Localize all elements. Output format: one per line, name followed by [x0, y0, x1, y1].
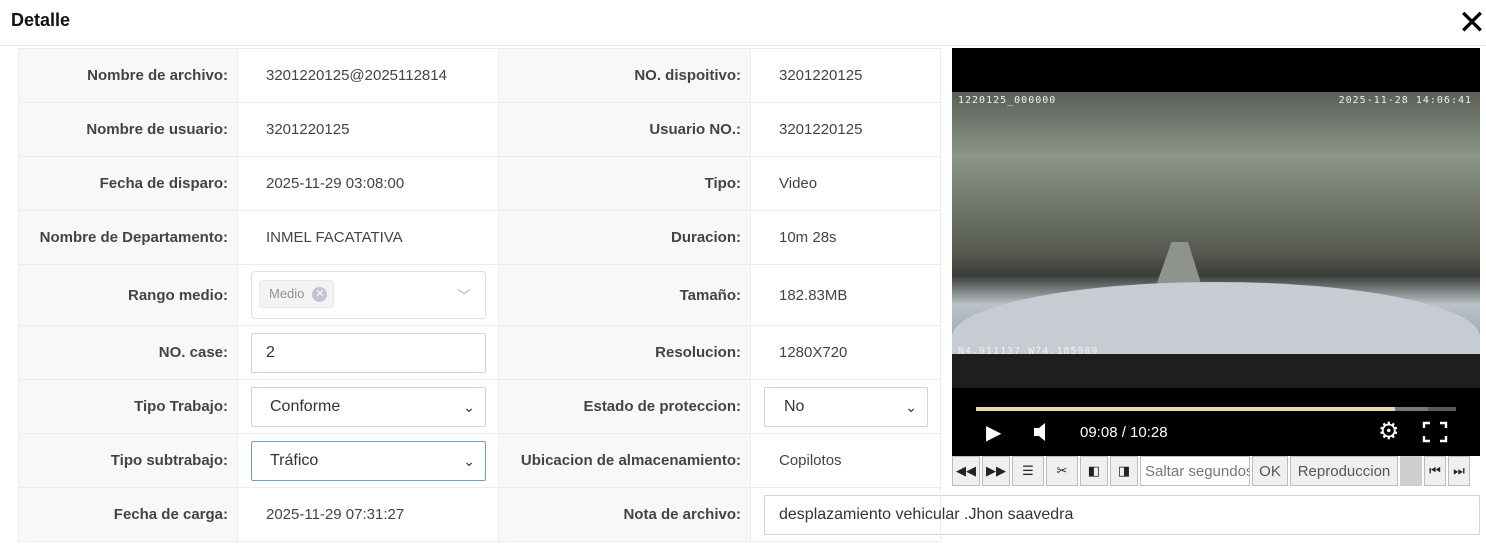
file-note-input[interactable]: desplazamiento vehicular .Jhon saavedra	[764, 494, 1480, 535]
value-resolution: 1280X720	[750, 325, 941, 380]
value-type: Video	[750, 156, 941, 211]
indent-icon[interactable]: ☰	[1012, 456, 1044, 486]
label-department: Nombre de Departamento:	[18, 210, 238, 265]
table-row: Tipo subtrabajo: Tráfico ⌄ Ubicacion de …	[18, 433, 941, 488]
frame-forward-icon[interactable]: ◨	[1110, 456, 1138, 486]
fast-forward-icon[interactable]: ▶▶	[982, 456, 1010, 486]
value-device-no: 3201220125	[750, 48, 941, 103]
chevron-down-icon: ⌄	[463, 452, 475, 469]
subwork-type-select[interactable]: Tráfico ⌄	[251, 440, 486, 481]
play-icon[interactable]: ▶	[986, 422, 1001, 444]
label-device-no: NO. dispoitivo:	[498, 48, 751, 103]
dialog-title: Detalle	[11, 10, 71, 30]
skip-start-icon[interactable]: ⏮	[1424, 456, 1446, 486]
osd-gps: N4.911137 W74.185989	[958, 346, 1099, 357]
detail-table: Nombre de archivo: 3201220125@2025112814…	[18, 48, 1480, 542]
rewind-icon[interactable]: ◀◀	[952, 456, 980, 486]
gear-icon[interactable]: ⚙	[1378, 420, 1400, 444]
case-no-input[interactable]: 2	[251, 332, 486, 373]
label-file-name: Nombre de archivo:	[18, 48, 238, 103]
playback-button[interactable]: Reproduccion	[1290, 456, 1398, 486]
skip-seconds-input[interactable]: Saltar segundos	[1140, 456, 1250, 486]
scissors-icon[interactable]: ✂	[1046, 456, 1078, 486]
label-user-name: Nombre de usuario:	[18, 102, 238, 157]
label-duration: Duracion:	[498, 210, 751, 265]
work-type-value: Conforme	[270, 397, 341, 415]
table-row: NO. case: 2 Resolucion: 1280X720	[18, 325, 941, 380]
skip-end-icon[interactable]: ⏭	[1448, 456, 1470, 486]
fullscreen-icon[interactable]	[1422, 421, 1448, 448]
label-storage-location: Ubicacion de almacenamiento:	[498, 433, 751, 488]
value-storage-location: Copilotos	[750, 433, 941, 488]
media-range-select[interactable]: Medio ✕ ﹀	[251, 271, 486, 319]
osd-device-id: 1220125_000000	[958, 95, 1057, 106]
protection-state-value: No	[784, 397, 805, 415]
playback-toolbar: ◀◀ ▶▶ ☰ ✂ ◧ ◨ Saltar segundos OK Reprodu…	[952, 456, 1480, 486]
video-frame[interactable]: 1220125_000000 2025-11-28 14:06:41 N4.91…	[952, 92, 1480, 388]
value-upload-date: 2025-11-29 07:31:27	[237, 487, 499, 542]
label-type: Tipo:	[498, 156, 751, 211]
frame-back-icon[interactable]: ◧	[1080, 456, 1108, 486]
close-icon[interactable]: ✕	[1456, 6, 1486, 40]
label-user-no: Usuario NO.:	[498, 102, 751, 157]
label-subwork-type: Tipo subtrabajo:	[18, 433, 238, 488]
value-file-name: 3201220125@2025112814	[237, 48, 499, 103]
value-duration: 10m 28s	[750, 210, 941, 265]
media-range-tag-label: Medio	[269, 286, 305, 301]
value-user-name: 3201220125	[237, 102, 499, 157]
value-department: INMEL FACATATIVA	[237, 210, 499, 265]
label-file-note: Nota de archivo:	[498, 487, 751, 542]
video-progress-bar[interactable]	[976, 407, 1456, 411]
dashboard-shape	[952, 354, 1480, 388]
label-size: Tamaño:	[498, 264, 751, 326]
table-row: Rango medio: Medio ✕ ﹀ Tamaño: 182.83MB	[18, 264, 941, 326]
work-type-select[interactable]: Conforme ⌄	[251, 386, 486, 427]
table-row: Nombre de Departamento: INMEL FACATATIVA…	[18, 210, 941, 265]
label-media-range: Rango medio:	[18, 264, 238, 326]
chevron-down-icon[interactable]: ﹀	[457, 286, 471, 306]
protection-state-select[interactable]: No ⌄	[764, 386, 928, 427]
label-case-no: NO. case:	[18, 325, 238, 380]
media-range-tag: Medio ✕	[259, 280, 335, 308]
label-trigger-date: Fecha de disparo:	[18, 156, 238, 211]
value-user-no: 3201220125	[750, 102, 941, 157]
ok-button[interactable]: OK	[1252, 456, 1288, 486]
chevron-down-icon: ⌄	[905, 398, 917, 415]
table-row: Fecha de carga: 2025-11-29 07:31:27 Nota…	[18, 487, 1480, 542]
dialog-header: Detalle ✕	[0, 0, 1486, 46]
table-row: Nombre de archivo: 3201220125@2025112814…	[18, 48, 941, 103]
label-work-type: Tipo Trabajo:	[18, 379, 238, 434]
value-size: 182.83MB	[750, 264, 941, 326]
volume-icon[interactable]	[1032, 421, 1050, 448]
label-resolution: Resolucion:	[498, 325, 751, 380]
toolbar-spacer	[1400, 456, 1422, 486]
video-player[interactable]: 1220125_000000 2025-11-28 14:06:41 N4.91…	[952, 48, 1480, 456]
label-protection-state: Estado de proteccion:	[498, 379, 751, 434]
value-trigger-date: 2025-11-29 03:08:00	[237, 156, 499, 211]
progress-fill	[976, 407, 1396, 411]
table-row: Fecha de disparo: 2025-11-29 03:08:00 Ti…	[18, 156, 941, 211]
table-row: Nombre de usuario: 3201220125 Usuario NO…	[18, 102, 941, 157]
label-upload-date: Fecha de carga:	[18, 487, 238, 542]
osd-timestamp: 2025-11-28 14:06:41	[1338, 95, 1472, 106]
chevron-down-icon: ⌄	[463, 398, 475, 415]
table-row: Tipo Trabajo: Conforme ⌄ Estado de prote…	[18, 379, 941, 434]
tag-remove-icon[interactable]: ✕	[312, 286, 328, 302]
time-display: 09:08 / 10:28	[1080, 424, 1168, 441]
subwork-type-value: Tráfico	[270, 451, 319, 469]
